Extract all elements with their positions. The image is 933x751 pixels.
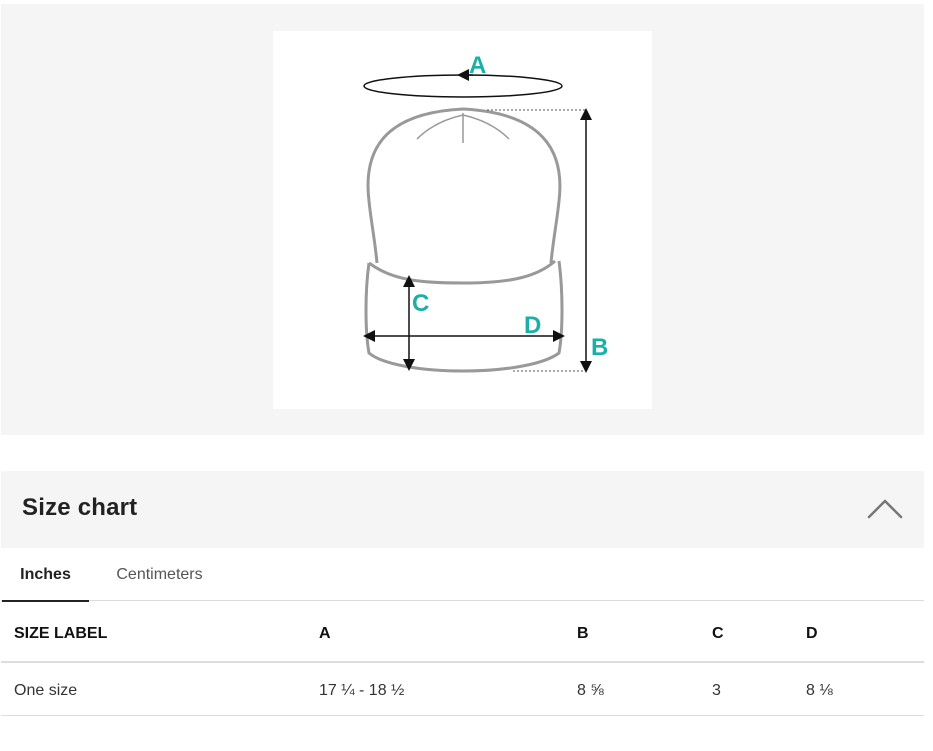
unit-tabs: Inches Centimeters xyxy=(1,548,924,602)
tab-centimeters[interactable]: Centimeters xyxy=(97,548,222,600)
header-c: C xyxy=(712,625,724,642)
cell-d: 8 ⅛ xyxy=(806,682,833,699)
beanie-cuff-top xyxy=(368,259,557,285)
cell-c: 3 xyxy=(712,682,721,699)
label-c: C xyxy=(412,290,429,317)
size-table: SIZE LABEL A B C D One size 17 ¼ - 18 ½ … xyxy=(1,601,924,716)
header-d: D xyxy=(806,625,818,642)
label-b: B xyxy=(591,334,608,361)
table-row: One size 17 ¼ - 18 ½ 8 ⅝ 3 8 ⅛ xyxy=(1,663,924,716)
header-a: A xyxy=(319,625,331,642)
label-a: A xyxy=(469,52,486,79)
measurement-diagram-panel: A B C D xyxy=(1,4,924,435)
cell-a: 17 ¼ - 18 ½ xyxy=(319,682,405,699)
cell-size-label: One size xyxy=(14,682,78,699)
tab-inches[interactable]: Inches xyxy=(2,548,89,602)
cell-b: 8 ⅝ xyxy=(577,682,604,699)
size-chart-title: Size chart xyxy=(22,494,138,521)
label-d: D xyxy=(524,312,541,339)
size-chart-header[interactable]: Size chart xyxy=(1,471,924,548)
crown-seam-left xyxy=(416,114,464,140)
chevron-up-icon[interactable] xyxy=(865,495,905,523)
beanie-crown xyxy=(366,107,562,264)
crown-seam-right xyxy=(462,114,510,140)
circumference-ellipse xyxy=(363,74,563,98)
beanie-diagram: A B C D xyxy=(273,31,652,409)
table-header-row: SIZE LABEL A B C D xyxy=(1,601,924,663)
header-b: B xyxy=(577,625,589,642)
header-size-label: SIZE LABEL xyxy=(14,625,108,642)
beanie-illustration: A B C D xyxy=(363,52,608,373)
